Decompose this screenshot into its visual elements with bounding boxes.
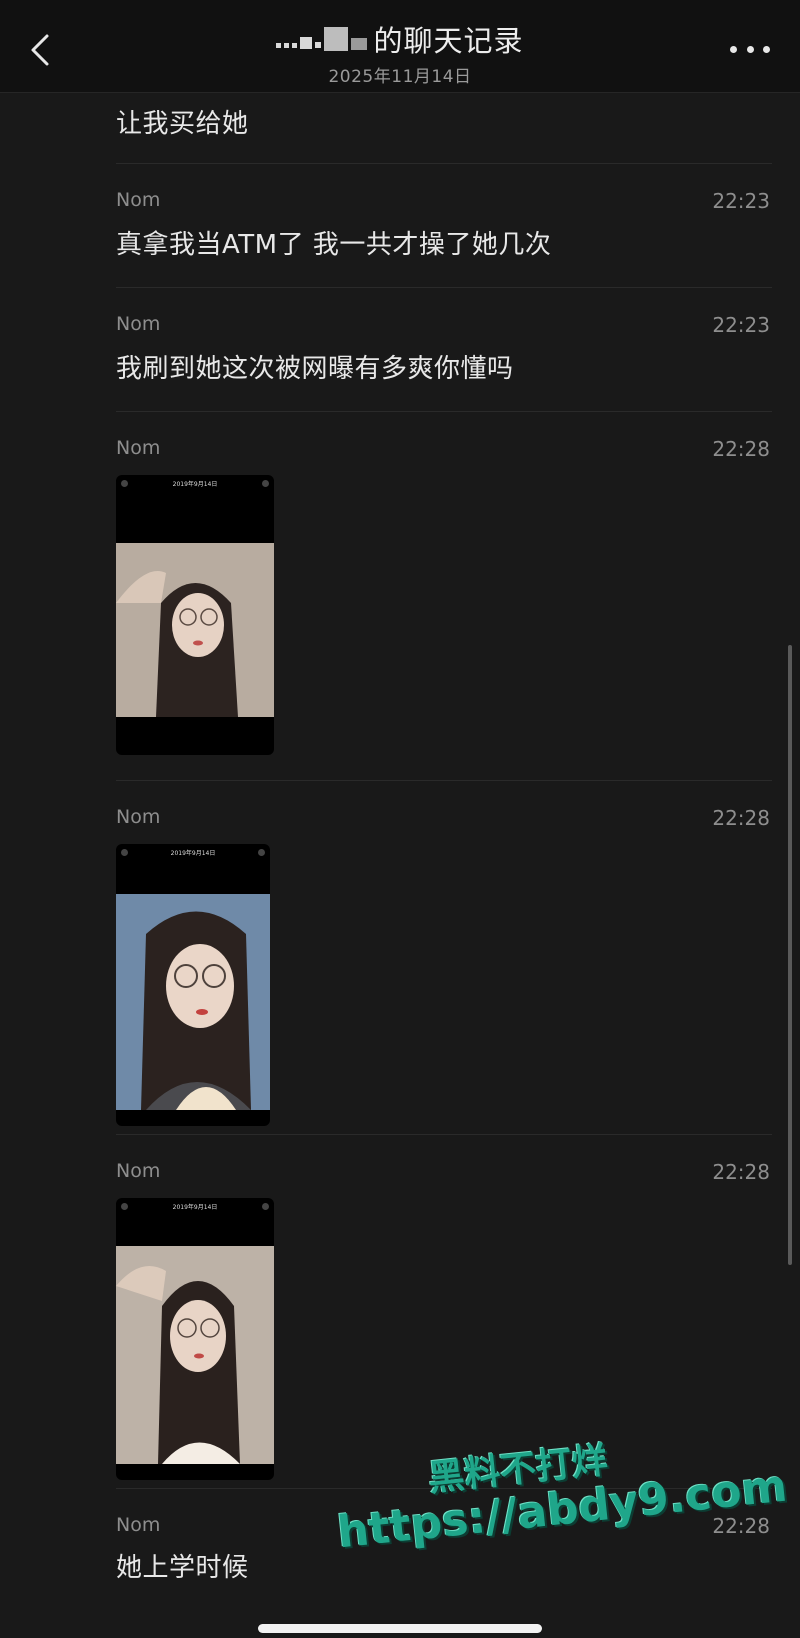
list-item[interactable]: 让我买给她 — [116, 92, 772, 164]
message-image[interactable]: 2019年9月14日 — [116, 475, 274, 755]
message-time: 22:28 — [712, 806, 770, 830]
list-item[interactable]: Nom 22:28 2019年9月14日 — [116, 1135, 772, 1489]
redacted-name-mosaic — [276, 24, 368, 54]
more-dots-icon — [730, 45, 737, 53]
message-image[interactable]: 2019年9月14日 — [116, 1198, 274, 1480]
message-text: 让我买给她 — [116, 109, 249, 139]
list-item[interactable]: Nom 22:23 我刷到她这次被网曝有多爽你懂吗 — [116, 288, 772, 412]
chat-history-list[interactable]: 让我买给她 Nom 22:23 真拿我当ATM了 我一共才操了她几次 Nom 2… — [116, 92, 772, 1631]
home-indicator[interactable] — [258, 1624, 542, 1633]
chat-date: 2025年11月14日 — [328, 67, 472, 87]
more-options-button[interactable] — [730, 40, 770, 58]
sender-name: Nom — [116, 1514, 161, 1536]
photo-caption: 2019年9月14日 — [170, 850, 216, 857]
message-time: 22:23 — [712, 313, 770, 337]
scrollbar[interactable] — [788, 645, 792, 1265]
message-time: 22:28 — [712, 437, 770, 461]
selfie-photo — [116, 543, 274, 717]
photo-caption: 2019年9月14日 — [172, 481, 218, 488]
selfie-photo — [116, 1246, 274, 1464]
list-item[interactable]: Nom 22:28 2019年9月14日 — [116, 412, 772, 781]
sender-name: Nom — [116, 313, 161, 335]
message-time: 22:23 — [712, 189, 770, 213]
title-block: 的聊天记录 2025年11月14日 — [0, 18, 800, 87]
message-image[interactable]: 2019年9月14日 — [116, 844, 270, 1126]
message-text: 她上学时候 — [116, 1553, 249, 1583]
page-title: 的聊天记录 — [373, 24, 524, 58]
selfie-photo — [116, 894, 270, 1110]
photo-caption: 2019年9月14日 — [172, 1204, 218, 1211]
message-text: 我刷到她这次被网曝有多爽你懂吗 — [116, 354, 514, 384]
sender-name: Nom — [116, 806, 161, 828]
nav-header: 的聊天记录 2025年11月14日 — [0, 0, 800, 93]
sender-name: Nom — [116, 437, 161, 459]
list-item[interactable]: Nom 22:28 2019年9月14日 — [116, 781, 772, 1135]
sender-name: Nom — [116, 1160, 161, 1182]
list-item[interactable]: Nom 22:23 真拿我当ATM了 我一共才操了她几次 — [116, 164, 772, 288]
message-time: 22:28 — [712, 1160, 770, 1184]
sender-name: Nom — [116, 189, 161, 211]
message-text: 真拿我当ATM了 我一共才操了她几次 — [116, 230, 552, 260]
